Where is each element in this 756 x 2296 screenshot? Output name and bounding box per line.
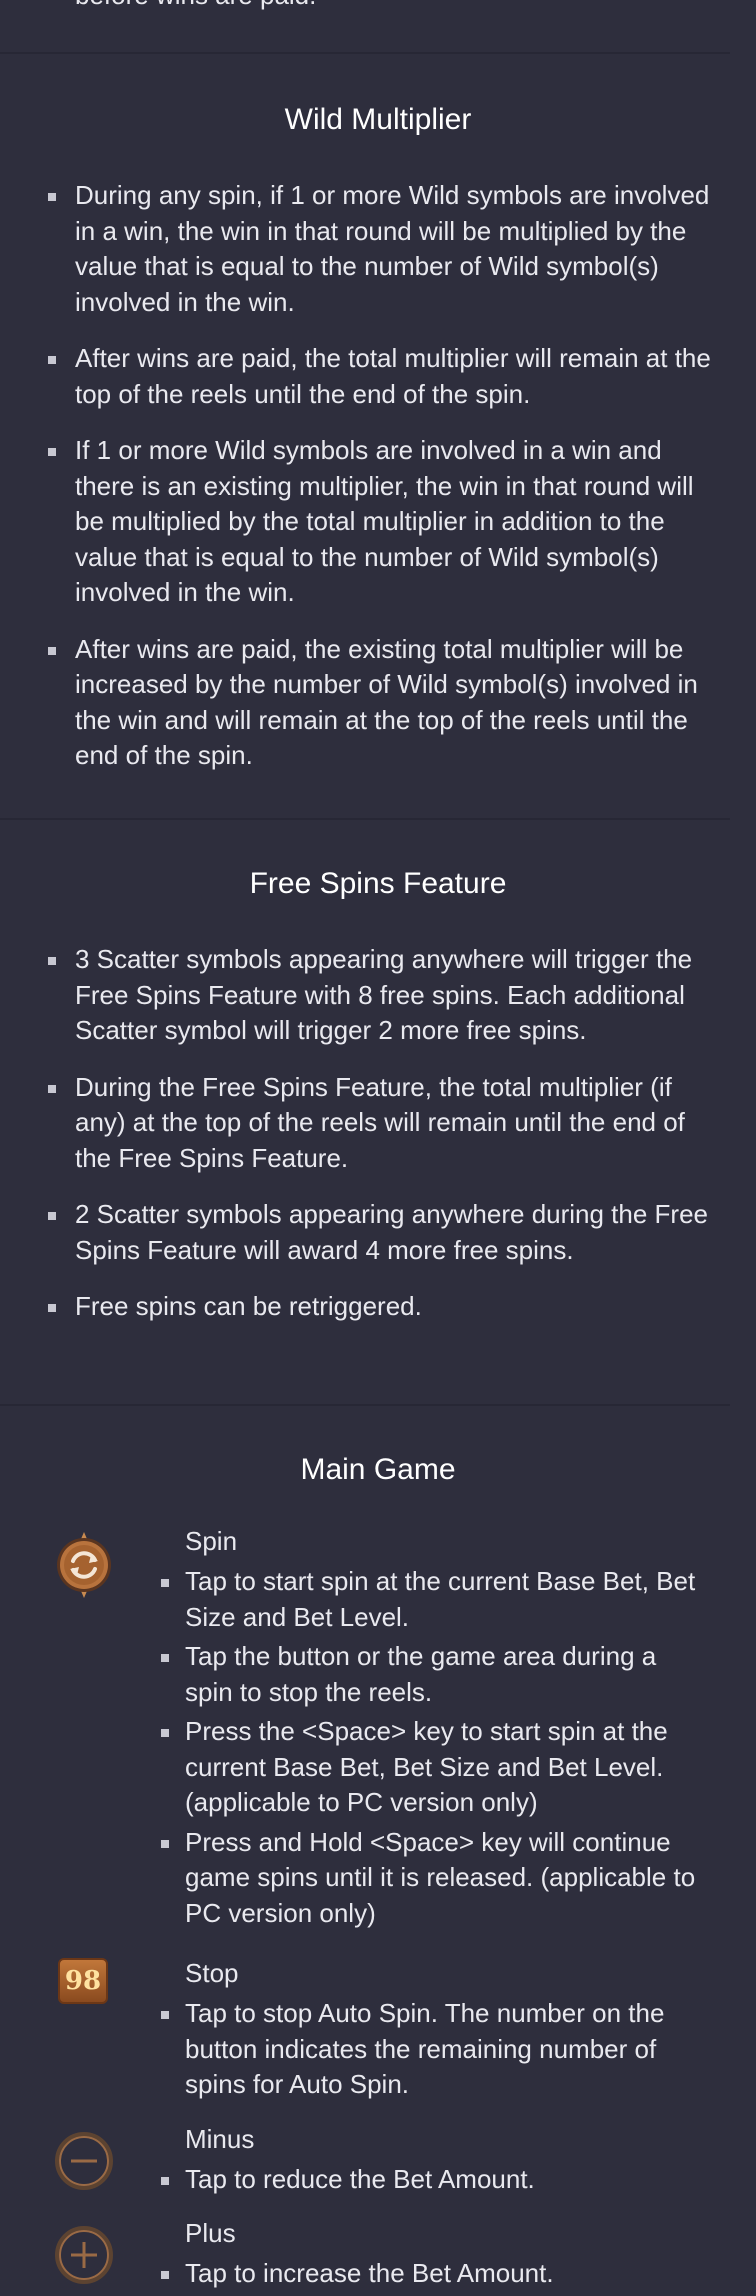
- list-item: Press the <Space> key to start spin at t…: [0, 1714, 720, 1821]
- main-game-title: Main Game: [300, 1453, 456, 1486]
- list-item: Tap to increase the Bet Amount.: [0, 2256, 720, 2292]
- bullet-icon: [161, 2011, 169, 2019]
- section-divider: [0, 1404, 730, 1406]
- bullet-icon: [161, 1729, 169, 1737]
- minus-description-list: Tap to reduce the Bet Amount.: [0, 2162, 720, 2202]
- spin-label: Spin: [185, 1526, 238, 1556]
- spin-description-list: Tap to start spin at the current Base Be…: [0, 1564, 720, 1935]
- bullet-icon: [161, 2177, 169, 2185]
- free-spins-list: 3 Scatter symbols appearing anywhere wil…: [0, 942, 730, 1325]
- list-item: During any spin, if 1 or more Wild symbo…: [0, 178, 730, 320]
- list-item: Tap to reduce the Bet Amount.: [0, 2162, 720, 2198]
- list-item: 3 Scatter symbols appearing anywhere wil…: [0, 942, 730, 1049]
- list-item: After wins are paid, the existing total …: [0, 632, 730, 774]
- list-item: Tap to stop Auto Spin. The number on the…: [0, 1996, 720, 2103]
- wild-multiplier-title: Wild Multiplier: [284, 103, 472, 136]
- bullet-icon: [161, 1579, 169, 1587]
- stop-label: Stop: [185, 1958, 239, 1988]
- bullet-icon: [48, 1304, 56, 1312]
- bullet-icon: [48, 1212, 56, 1220]
- bullet-icon: [48, 448, 56, 456]
- bullet-icon: [48, 193, 56, 201]
- minus-label: Minus: [185, 2124, 255, 2154]
- bullet-icon: [48, 356, 56, 364]
- previous-section-text: before wins are paid.: [75, 0, 316, 10]
- bullet-icon: [48, 957, 56, 965]
- bullet-icon: [161, 1654, 169, 1662]
- section-divider: [0, 52, 730, 54]
- free-spins-title: Free Spins Feature: [249, 867, 507, 900]
- bullet-icon: [48, 1084, 56, 1093]
- list-item: 2 Scatter symbols appearing anywhere dur…: [0, 1197, 730, 1268]
- list-item: If 1 or more Wild symbols are involved i…: [0, 433, 730, 611]
- list-item: After wins are paid, the total multiplie…: [0, 341, 730, 412]
- bullet-icon: [48, 646, 56, 655]
- list-item: Free spins can be retriggered.: [0, 1289, 730, 1325]
- bullet-icon: [161, 2271, 169, 2279]
- plus-description-list: Tap to increase the Bet Amount.: [0, 2256, 720, 2296]
- bullet-icon: [161, 1839, 169, 1848]
- stop-description-list: Tap to stop Auto Spin. The number on the…: [0, 1996, 720, 2107]
- list-item: During the Free Spins Feature, the total…: [0, 1070, 730, 1177]
- plus-label: Plus: [185, 2218, 236, 2248]
- wild-multiplier-list: During any spin, if 1 or more Wild symbo…: [0, 178, 730, 774]
- list-item: Tap to start spin at the current Base Be…: [0, 1564, 720, 1635]
- rules-page: before wins are paid. Wild Multiplier Du…: [0, 0, 730, 2288]
- section-divider: [0, 818, 730, 820]
- list-item: Tap the button or the game area during a…: [0, 1639, 720, 1710]
- list-item: Press and Hold <Space> key will continue…: [0, 1825, 720, 1932]
